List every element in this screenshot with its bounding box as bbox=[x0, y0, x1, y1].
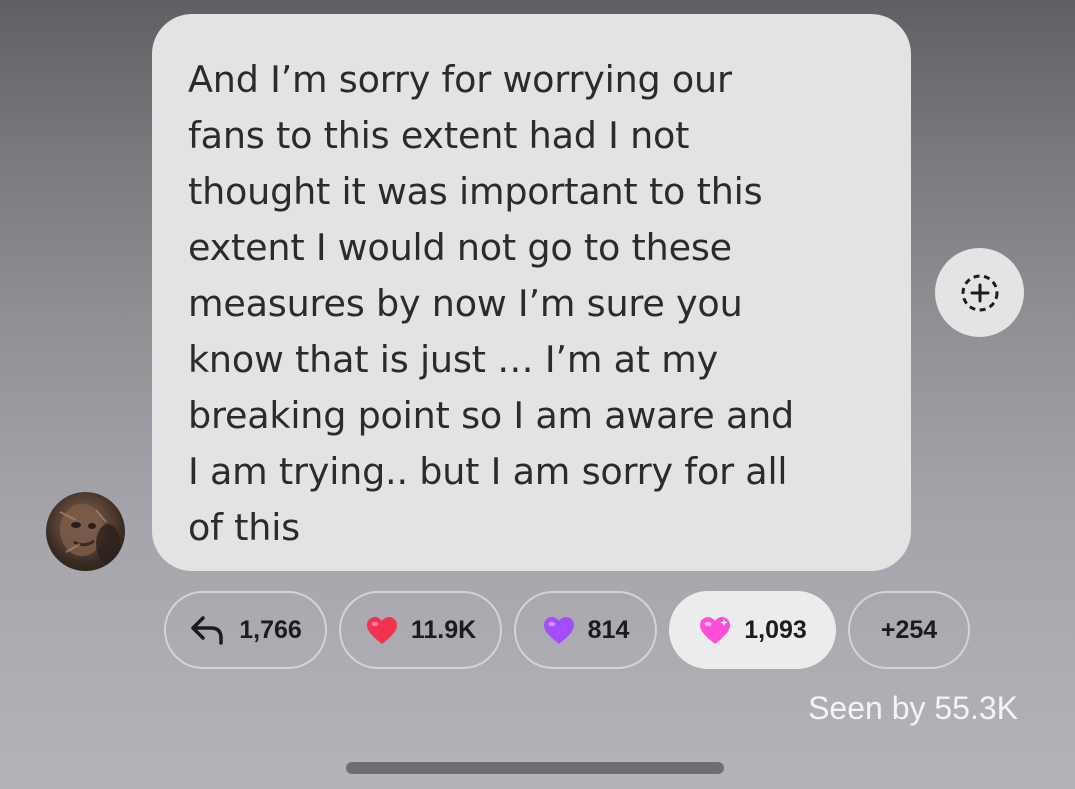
add-reaction-button[interactable] bbox=[935, 248, 1024, 337]
message-text: And I’m sorry for worrying our fans to t… bbox=[188, 58, 795, 549]
user-avatar-photo bbox=[59, 504, 120, 564]
reaction-bar: 1,766 11.9K 814 1,093 +254 bbox=[0, 591, 1075, 669]
more-reactions-pill[interactable]: +254 bbox=[848, 591, 970, 669]
pink-heart-icon bbox=[700, 616, 731, 644]
purple-heart-icon bbox=[543, 616, 574, 644]
pink-heart-count: 1,093 bbox=[744, 615, 807, 644]
red-heart-icon bbox=[366, 616, 397, 644]
home-indicator[interactable] bbox=[346, 762, 724, 774]
red-heart-count: 11.9K bbox=[410, 615, 477, 644]
red-heart-reaction-pill[interactable]: 11.9K bbox=[339, 591, 502, 669]
seen-by-label: Seen by 55.3K bbox=[808, 690, 1018, 726]
purple-heart-count: 814 bbox=[587, 615, 630, 644]
more-reactions-label: +254 bbox=[880, 615, 938, 644]
pink-heart-reaction-pill[interactable]: 1,093 bbox=[669, 591, 836, 669]
reply-count: 1,766 bbox=[239, 615, 302, 644]
add-reaction-icon bbox=[961, 274, 998, 311]
purple-heart-reaction-pill[interactable]: 814 bbox=[514, 591, 657, 669]
sender-avatar[interactable] bbox=[46, 492, 125, 571]
message-bubble[interactable]: And I’m sorry for worrying our fans to t… bbox=[152, 14, 911, 571]
reply-count-pill[interactable]: 1,766 bbox=[164, 591, 327, 669]
reply-arrow-icon bbox=[191, 616, 223, 645]
